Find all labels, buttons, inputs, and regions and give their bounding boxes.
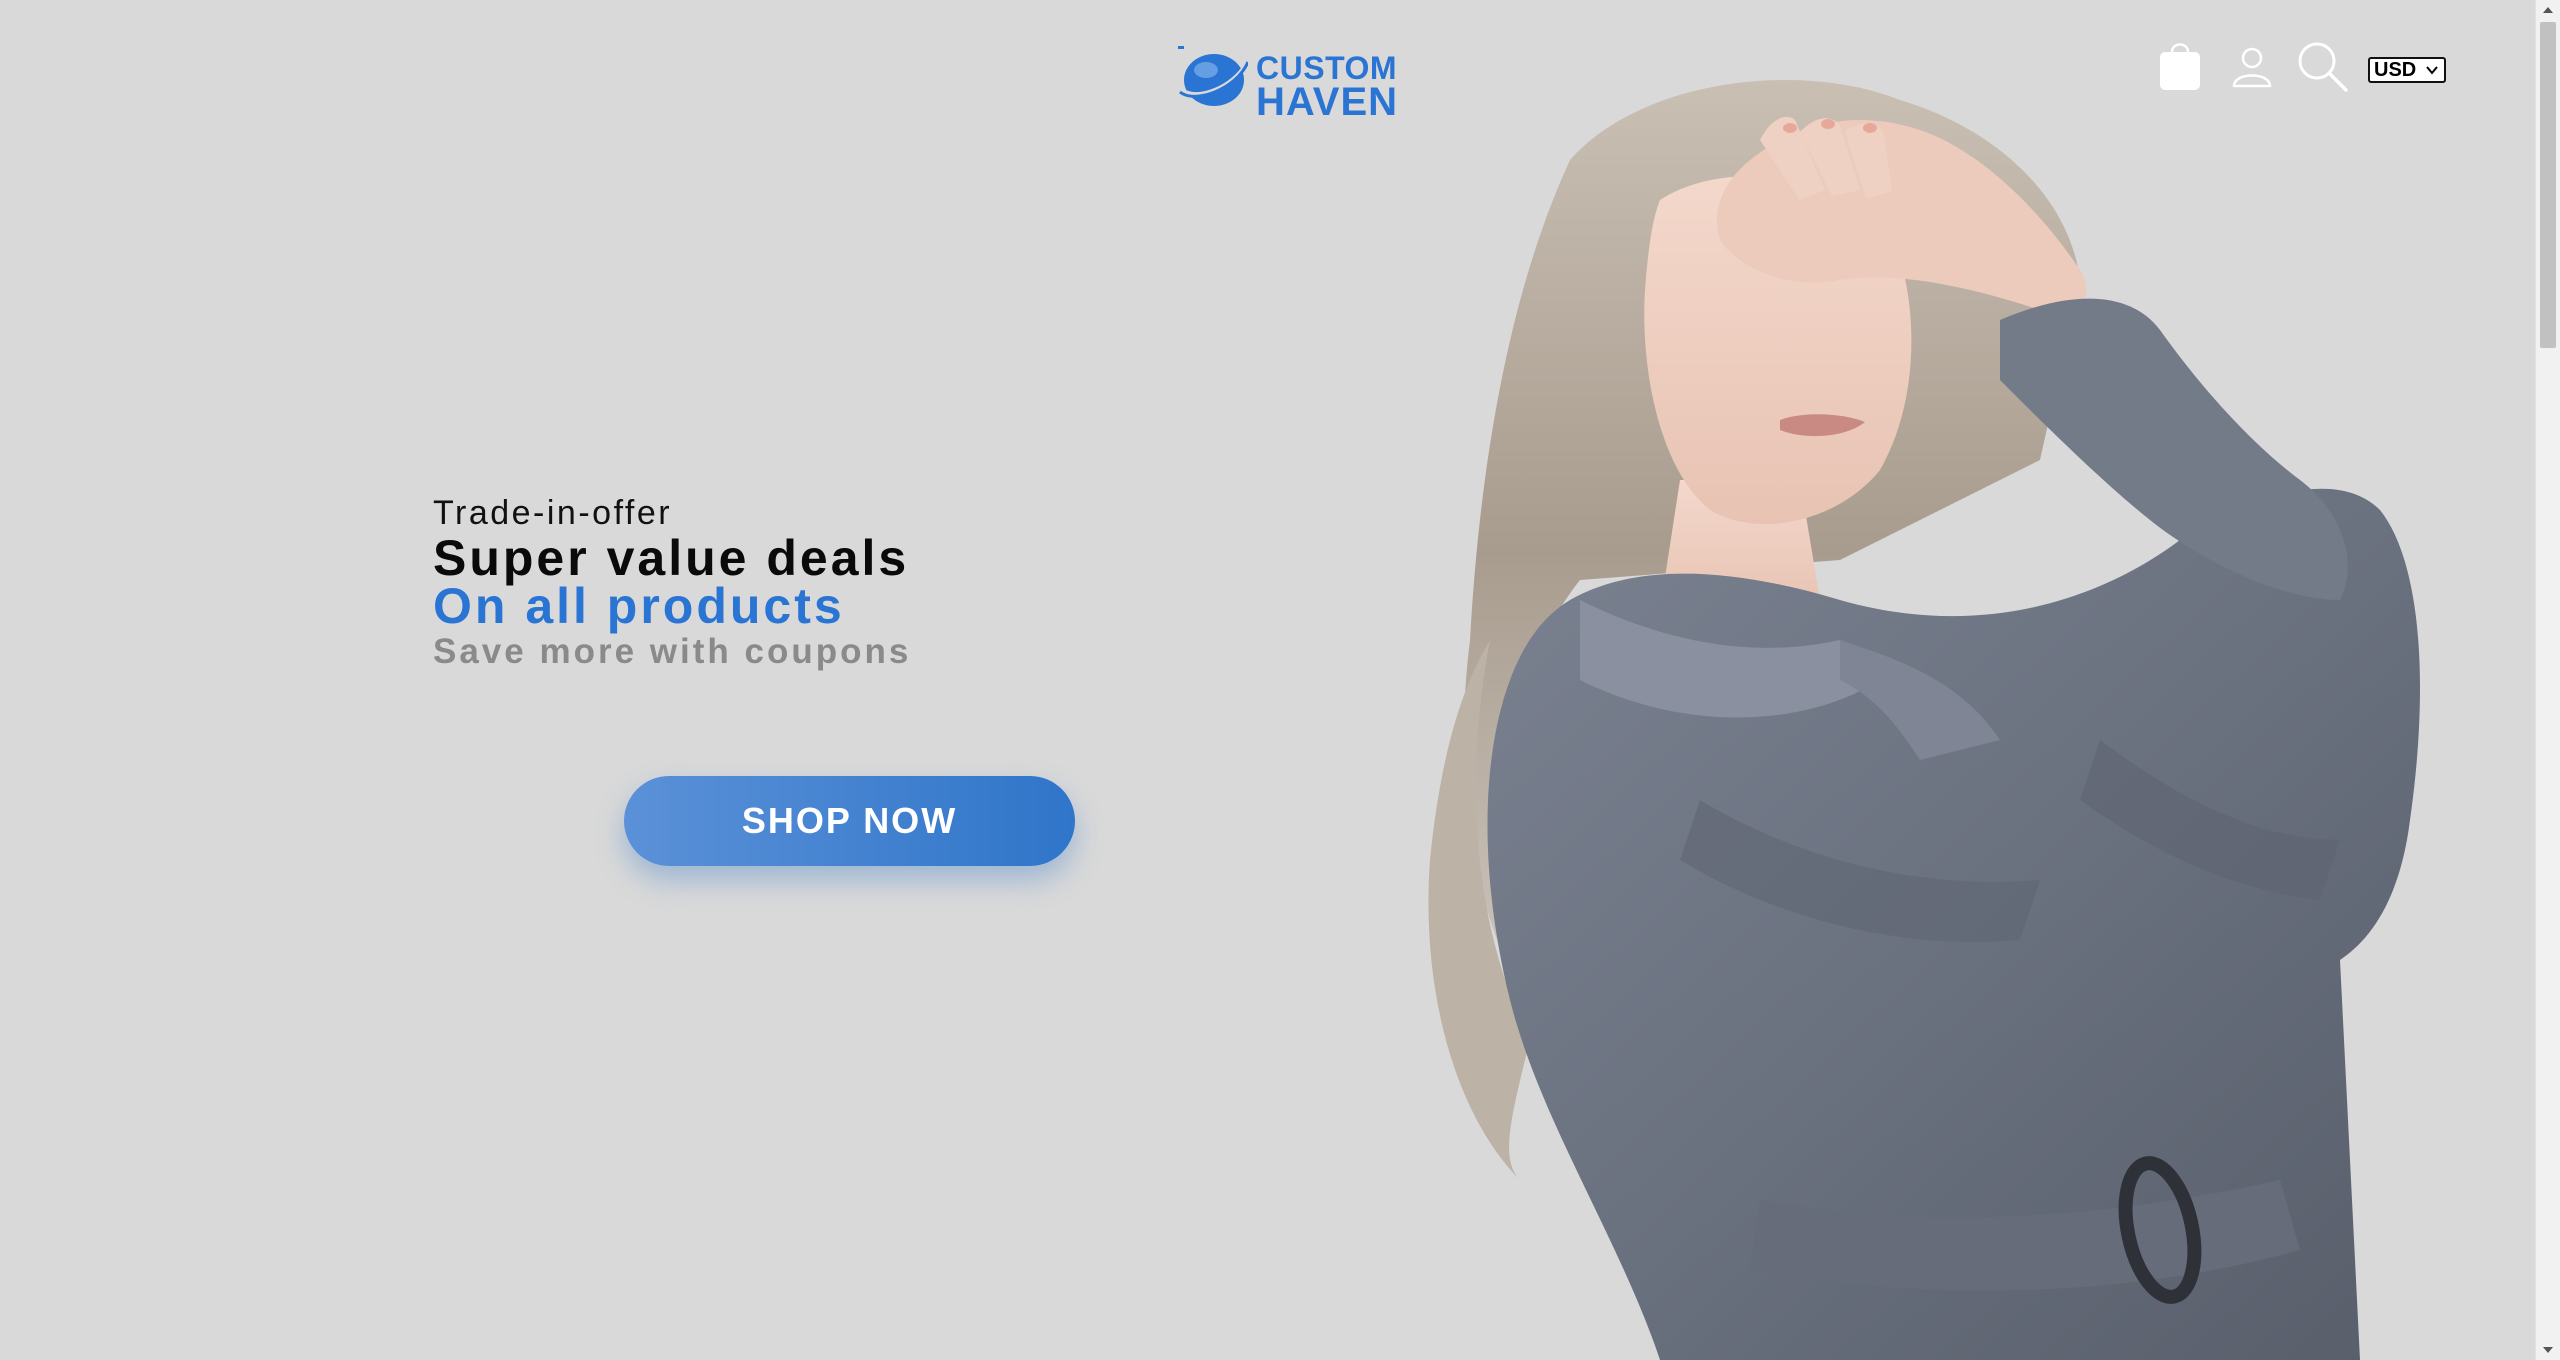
planet-logo-icon: [1178, 46, 1248, 106]
scrollbar-thumb[interactable]: [2540, 22, 2556, 348]
hero-text-block: Trade-in-offer Super value deals On all …: [433, 494, 911, 672]
shop-now-button[interactable]: SHOP NOW: [624, 776, 1075, 866]
hero-model-image: [1428, 80, 2420, 1360]
hero-subtitle: Save more with coupons: [433, 632, 912, 671]
search-icon[interactable]: [2296, 40, 2350, 94]
vertical-scrollbar[interactable]: [2535, 0, 2560, 1360]
currency-selected-value: USD: [2374, 58, 2417, 81]
shopping-bag-icon[interactable]: [2156, 40, 2204, 92]
chevron-down-icon: [2426, 66, 2438, 75]
scroll-down-arrow-icon[interactable]: [2536, 1340, 2560, 1360]
hero-title: Super value deals: [433, 530, 910, 586]
hero-kicker: Trade-in-offer: [433, 494, 673, 532]
hero-title-highlight: On all products: [433, 578, 845, 634]
logo-wordmark: CUSTOM HAVEN: [1256, 52, 1398, 122]
brand-logo[interactable]: CUSTOM HAVEN: [1178, 44, 1408, 122]
user-icon[interactable]: [2230, 44, 2274, 88]
page: CUSTOM HAVEN USD Trade-in-offer Super va…: [0, 0, 2560, 1360]
currency-select[interactable]: USD: [2368, 57, 2446, 83]
scroll-up-arrow-icon[interactable]: [2536, 0, 2560, 20]
logo-line-2: HAVEN: [1256, 80, 1399, 124]
